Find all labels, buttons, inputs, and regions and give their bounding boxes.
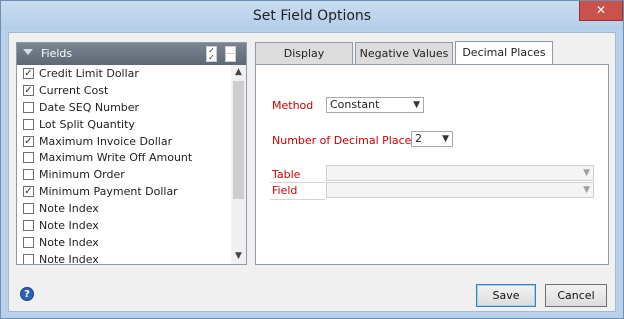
- chevron-down-icon: ▼: [583, 168, 590, 178]
- chevron-down-icon: ▼: [413, 100, 420, 110]
- field-checkbox[interactable]: ✓: [23, 84, 34, 96]
- uncheck-all-icon[interactable]: [225, 46, 236, 62]
- title-bar: Set Field Options ✕: [1, 1, 623, 31]
- field-checkbox[interactable]: [23, 152, 34, 164]
- help-icon[interactable]: ?: [20, 287, 34, 301]
- options-tabs: Display Negative Values Decimal Places: [255, 41, 609, 65]
- field-label: Field: [272, 184, 298, 197]
- field-label: Note Index: [39, 252, 99, 264]
- save-button[interactable]: Save: [476, 284, 536, 307]
- list-item[interactable]: ✓ Maximum Invoice Dollar: [17, 133, 230, 150]
- scroll-down-icon[interactable]: ▼: [231, 249, 246, 264]
- field-label: Lot Split Quantity: [39, 117, 135, 131]
- method-value: Constant: [330, 98, 380, 111]
- scroll-up-icon[interactable]: ▲: [231, 65, 246, 80]
- field-checkbox[interactable]: [23, 169, 34, 181]
- field-dropdown: ▼: [326, 182, 594, 198]
- list-item[interactable]: ✓ Current Cost: [17, 82, 230, 99]
- list-item[interactable]: Note Index: [17, 234, 230, 251]
- set-field-options-window: Set Field Options ✕ Fields ✓ ✓ ✓ Credit Li…: [0, 0, 624, 319]
- field-label: Note Index: [39, 219, 99, 233]
- check-all-icon[interactable]: ✓ ✓: [206, 46, 217, 62]
- field-checkbox[interactable]: [23, 220, 34, 232]
- fields-scrollbar[interactable]: ▲ ▼: [231, 65, 246, 264]
- field-label: Note Index: [39, 235, 99, 249]
- table-divider: [270, 182, 325, 183]
- collapse-arrow-icon[interactable]: [23, 49, 33, 55]
- decimal-places-panel: Method Constant ▼ Number of Decimal Plac…: [255, 64, 609, 265]
- table-dropdown: ▼: [326, 165, 594, 181]
- fields-header-label: Fields: [41, 47, 73, 60]
- list-item[interactable]: Minimum Order: [17, 166, 230, 183]
- list-item[interactable]: Note Index: [17, 200, 230, 217]
- list-item[interactable]: Note Index: [17, 251, 230, 264]
- field-checkbox[interactable]: [23, 236, 34, 248]
- table-label: Table: [272, 168, 301, 181]
- field-checkbox[interactable]: [23, 203, 34, 215]
- chevron-down-icon: ▼: [442, 134, 449, 144]
- close-icon[interactable]: ✕: [579, 1, 623, 21]
- field-checkbox[interactable]: ✓: [23, 68, 34, 79]
- field-divider: [270, 199, 325, 200]
- list-item[interactable]: Lot Split Quantity: [17, 116, 230, 133]
- field-label: Current Cost: [39, 83, 109, 97]
- field-checkbox[interactable]: ✓: [23, 186, 34, 198]
- field-checkbox[interactable]: ✓: [23, 135, 34, 147]
- list-item[interactable]: ✓ Minimum Payment Dollar: [17, 183, 230, 200]
- fields-list: ✓ Credit Limit Dollar ✓ Current Cost Date SE…: [17, 65, 230, 264]
- field-checkbox[interactable]: [23, 253, 34, 264]
- field-label: Minimum Order: [39, 168, 125, 182]
- list-item[interactable]: ✓ Credit Limit Dollar: [17, 65, 230, 82]
- tab-display[interactable]: Display: [255, 42, 353, 64]
- decimal-places-label: Number of Decimal Places: [272, 134, 418, 147]
- fields-header: Fields ✓ ✓: [17, 43, 246, 65]
- decimal-places-value: 2: [415, 132, 422, 145]
- list-item[interactable]: Maximum Write Off Amount: [17, 149, 230, 166]
- field-checkbox[interactable]: [23, 101, 34, 113]
- chevron-down-icon: ▼: [583, 185, 590, 195]
- method-dropdown[interactable]: Constant ▼: [326, 97, 424, 113]
- list-item[interactable]: Date SEQ Number: [17, 99, 230, 116]
- tab-negative-values[interactable]: Negative Values: [355, 42, 453, 64]
- scroll-thumb[interactable]: [233, 81, 244, 199]
- field-label: Maximum Invoice Dollar: [39, 134, 173, 148]
- field-label: Credit Limit Dollar: [39, 67, 139, 80]
- field-label: Maximum Write Off Amount: [39, 151, 193, 165]
- decimal-places-dropdown[interactable]: 2 ▼: [411, 131, 453, 147]
- cancel-button[interactable]: Cancel: [545, 284, 607, 307]
- field-label: Note Index: [39, 202, 99, 216]
- fields-list-panel: Fields ✓ ✓ ✓ Credit Limit Dollar ✓ Current C…: [16, 42, 247, 265]
- field-checkbox[interactable]: [23, 118, 34, 130]
- field-label: Minimum Payment Dollar: [39, 185, 178, 199]
- tab-decimal-places[interactable]: Decimal Places: [455, 41, 553, 65]
- dialog-body: Fields ✓ ✓ ✓ Credit Limit Dollar ✓ Current C…: [8, 32, 616, 312]
- window-title: Set Field Options: [252, 8, 372, 24]
- list-item[interactable]: Note Index: [17, 217, 230, 234]
- field-label: Date SEQ Number: [39, 100, 140, 114]
- method-label: Method: [272, 99, 314, 112]
